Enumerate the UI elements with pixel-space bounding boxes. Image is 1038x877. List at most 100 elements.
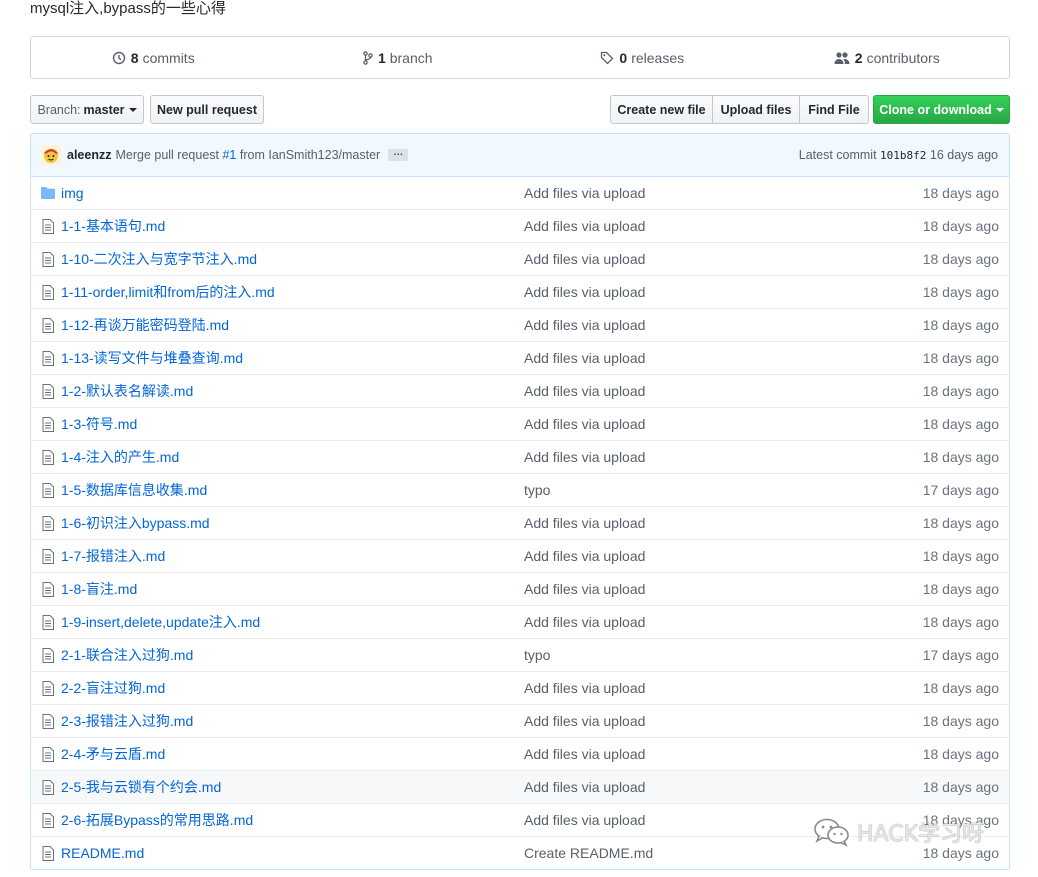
file-name-link[interactable]: 1-6-初识注入bypass.md — [61, 513, 524, 533]
file-age: 18 days ago — [922, 581, 999, 597]
file-commit-message[interactable]: Add files via upload — [524, 218, 923, 234]
file-commit-message[interactable]: Add files via upload — [524, 746, 923, 762]
file-name-link[interactable]: 1-3-符号.md — [61, 414, 524, 434]
file-row[interactable]: 1-8-盲注.md Add files via upload 18 days ago — [31, 572, 1009, 605]
file-commit-message[interactable]: typo — [524, 647, 923, 663]
file-name-link[interactable]: 1-8-盲注.md — [61, 579, 524, 599]
ellipsis-expander[interactable]: … — [388, 148, 409, 161]
file-age: 18 days ago — [922, 383, 999, 399]
file-row[interactable]: 1-11-order,limit和from后的注入.md Add files vi… — [31, 275, 1009, 308]
avatar[interactable] — [41, 145, 61, 165]
file-commit-message[interactable]: Add files via upload — [524, 779, 923, 795]
branch-select-button[interactable]: Branch: master — [30, 95, 144, 124]
commit-message-suffix[interactable]: from IanSmith123/master — [240, 148, 380, 162]
commit-pr-link[interactable]: #1 — [222, 148, 236, 162]
file-commit-message[interactable]: Add files via upload — [524, 383, 923, 399]
repo-description: mysql注入,bypass的一些心得 — [30, 0, 226, 17]
file-name-link[interactable]: 1-9-insert,delete,update注入.md — [61, 612, 524, 632]
file-commit-message[interactable]: Add files via upload — [524, 350, 923, 366]
file-name-link[interactable]: 1-12-再谈万能密码登陆.md — [61, 315, 524, 335]
file-commit-message[interactable]: Add files via upload — [524, 614, 923, 630]
file-name-link[interactable]: 2-4-矛与云盾.md — [61, 744, 524, 764]
file-row[interactable]: 1-6-初识注入bypass.md Add files via upload 18 … — [31, 506, 1009, 539]
file-commit-message[interactable]: Add files via upload — [524, 317, 923, 333]
file-name-link[interactable]: 1-1-基本语句.md — [61, 216, 524, 236]
file-commit-message[interactable]: Add files via upload — [524, 416, 923, 432]
file-icon — [41, 383, 55, 399]
file-commit-message[interactable]: Add files via upload — [524, 680, 923, 696]
file-commit-message[interactable]: typo — [524, 482, 923, 498]
commits-label: commits — [142, 49, 195, 66]
new-pull-request-button[interactable]: New pull request — [150, 95, 264, 124]
file-commit-message[interactable]: Add files via upload — [524, 185, 923, 201]
commits-link[interactable]: 8 commits — [31, 50, 276, 66]
file-name-link[interactable]: 2-1-联合注入过狗.md — [61, 645, 524, 665]
file-commit-message[interactable]: Create README.md — [524, 845, 923, 861]
file-name-link[interactable]: 1-2-默认表名解读.md — [61, 381, 524, 401]
releases-link[interactable]: 0 releases — [520, 50, 765, 66]
file-row[interactable]: 1-7-报错注入.md Add files via upload 18 days a… — [31, 539, 1009, 572]
find-file-button[interactable]: Find File — [799, 95, 869, 124]
file-row[interactable]: 1-9-insert,delete,update注入.md Add files v… — [31, 605, 1009, 638]
clone-download-label: Clone or download — [879, 102, 992, 117]
tag-icon — [601, 51, 614, 64]
branches-link[interactable]: 1 branch — [276, 50, 521, 66]
create-new-file-button[interactable]: Create new file — [610, 95, 713, 124]
file-row[interactable]: 2-5-我与云锁有个约会.md Add files via upload 18 da… — [31, 770, 1009, 803]
file-row[interactable]: 2-3-报错注入过狗.md Add files via upload 18 days… — [31, 704, 1009, 737]
commit-age: 16 days ago — [929, 148, 998, 162]
file-row[interactable]: 2-2-盲注过狗.md Add files via upload 18 days a… — [31, 671, 1009, 704]
commit-sha[interactable]: 101b8f2 — [880, 149, 926, 162]
file-commit-message[interactable]: Add files via upload — [524, 812, 923, 828]
file-row[interactable]: 1-12-再谈万能密码登陆.md Add files via upload 18 d… — [31, 308, 1009, 341]
file-row[interactable]: 1-3-符号.md Add files via upload 18 days ago — [31, 407, 1009, 440]
file-name-link[interactable]: 1-11-order,limit和from后的注入.md — [61, 282, 524, 302]
file-name-link[interactable]: img — [61, 185, 524, 201]
file-name-link[interactable]: README.md — [61, 845, 524, 861]
file-commit-message[interactable]: Add files via upload — [524, 581, 923, 597]
file-name-link[interactable]: 1-4-注入的产生.md — [61, 447, 524, 467]
file-row[interactable]: 1-4-注入的产生.md Add files via upload 18 days … — [31, 440, 1009, 473]
file-commit-message[interactable]: Add files via upload — [524, 251, 923, 267]
file-name-link[interactable]: 1-13-读写文件与堆叠查询.md — [61, 348, 524, 368]
history-icon — [112, 51, 125, 64]
file-commit-message[interactable]: Add files via upload — [524, 713, 923, 729]
file-age: 18 days ago — [922, 779, 999, 795]
file-row[interactable]: 2-1-联合注入过狗.md typo 17 days ago — [31, 638, 1009, 671]
file-row[interactable]: img Add files via upload 18 days ago — [31, 177, 1009, 209]
file-commit-message[interactable]: Add files via upload — [524, 449, 923, 465]
file-name-link[interactable]: 1-7-报错注入.md — [61, 546, 524, 566]
file-row[interactable]: 1-1-基本语句.md Add files via upload 18 days a… — [31, 209, 1009, 242]
file-name-link[interactable]: 1-5-数据库信息收集.md — [61, 480, 524, 500]
file-name-link[interactable]: 2-2-盲注过狗.md — [61, 678, 524, 698]
file-age: 18 days ago — [922, 614, 999, 630]
file-icon — [41, 746, 55, 762]
file-row[interactable]: 1-13-读写文件与堆叠查询.md Add files via upload 18 … — [31, 341, 1009, 374]
file-row[interactable]: 2-6-拓展Bypass的常用思路.md Add files via upload… — [31, 803, 1009, 836]
file-age: 18 days ago — [922, 515, 999, 531]
file-commit-message[interactable]: Add files via upload — [524, 284, 923, 300]
latest-commit-info: Latest commit 101b8f2 16 days ago — [799, 148, 998, 162]
contributors-link[interactable]: 2 contributors — [765, 50, 1010, 66]
file-commit-message[interactable]: Add files via upload — [524, 515, 923, 531]
file-row[interactable]: 1-5-数据库信息收集.md typo 17 days ago — [31, 473, 1009, 506]
branch-count: 1 — [377, 49, 386, 66]
commit-message-prefix[interactable]: Merge pull request — [115, 148, 219, 162]
file-name-link[interactable]: 2-5-我与云锁有个约会.md — [61, 777, 524, 797]
file-row[interactable]: README.md Create README.md 18 days ago — [31, 836, 1009, 869]
file-row[interactable]: 1-10-二次注入与宽字节注入.md Add files via upload 18… — [31, 242, 1009, 275]
file-row[interactable]: 1-2-默认表名解读.md Add files via upload 18 days… — [31, 374, 1009, 407]
file-name-link[interactable]: 2-6-拓展Bypass的常用思路.md — [61, 810, 524, 830]
file-name-link[interactable]: 1-10-二次注入与宽字节注入.md — [61, 249, 524, 269]
file-icon — [41, 284, 55, 300]
file-name-link[interactable]: 2-3-报错注入过狗.md — [61, 711, 524, 731]
file-row[interactable]: 2-4-矛与云盾.md Add files via upload 18 days a… — [31, 737, 1009, 770]
file-age: 18 days ago — [922, 284, 999, 300]
branch-prefix: Branch: — [37, 102, 81, 117]
commit-author[interactable]: aleenzz — [67, 148, 111, 162]
clone-download-button[interactable]: Clone or download — [873, 95, 1010, 124]
upload-files-button[interactable]: Upload files — [712, 95, 800, 124]
file-icon — [41, 218, 55, 234]
file-commit-message[interactable]: Add files via upload — [524, 548, 923, 564]
file-age: 17 days ago — [922, 647, 999, 663]
